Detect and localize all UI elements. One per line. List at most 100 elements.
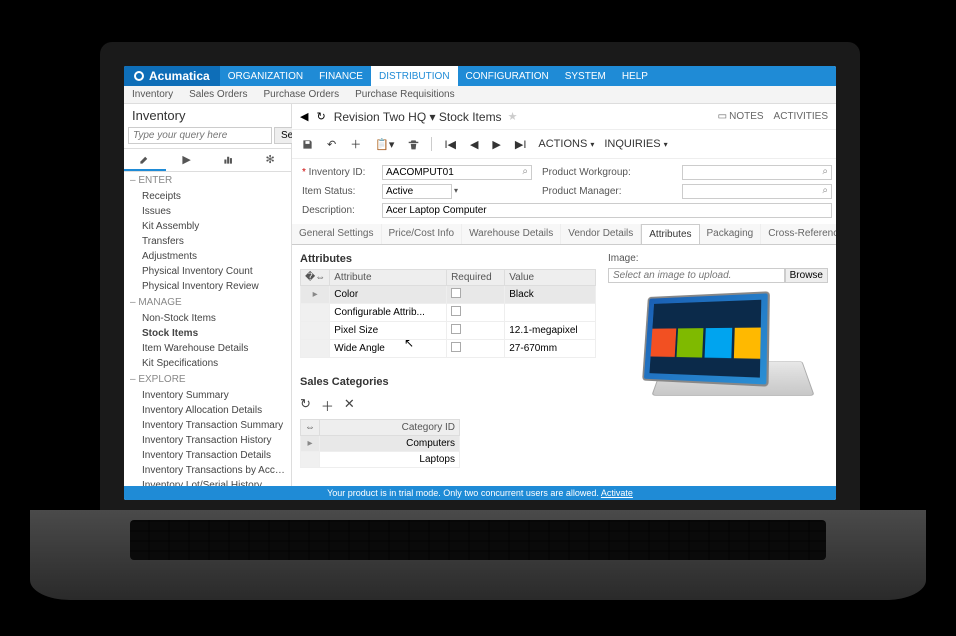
tree-item-inventory-summary[interactable]: Inventory Summary — [124, 388, 291, 403]
first-button[interactable]: I◀ — [442, 136, 458, 153]
add-button[interactable]: ＋ — [348, 134, 363, 154]
tab-packaging[interactable]: Packaging — [700, 224, 762, 244]
tree-item-inventory-transaction-details[interactable]: Inventory Transaction Details — [124, 448, 291, 463]
sidebar-tab-chart[interactable] — [208, 149, 250, 171]
attr-row[interactable]: Configurable Attrib... — [301, 304, 596, 322]
image-label: Image: — [608, 253, 828, 264]
sidebar-tab-run[interactable]: ▶ — [166, 149, 208, 171]
tab-attributes[interactable]: Attributes — [641, 224, 699, 245]
tab-general-settings[interactable]: General Settings — [292, 224, 382, 244]
subnav-inventory[interactable]: Inventory — [124, 89, 181, 100]
topnav-organization[interactable]: ORGANIZATION — [220, 66, 311, 86]
cancel-button[interactable]: ↶ — [325, 136, 338, 153]
refresh-icon[interactable]: ↻ — [314, 108, 327, 125]
topnav-finance[interactable]: FINANCE — [311, 66, 371, 86]
sidebar: Inventory Search ▶ ✻ ENTERReceiptsIssues… — [124, 104, 292, 486]
tab-vendor-details[interactable]: Vendor Details — [561, 224, 641, 244]
footer-activate-link[interactable]: Activate — [601, 488, 633, 498]
tree-group-manage[interactable]: MANAGE — [124, 294, 291, 311]
status-dropdown-icon[interactable]: ▾ — [454, 184, 458, 199]
prev-button[interactable]: ◀ — [468, 136, 480, 153]
tree-item-item-warehouse-details[interactable]: Item Warehouse Details — [124, 341, 291, 356]
sidebar-tab-settings[interactable]: ✻ — [249, 149, 291, 171]
actions-dropdown[interactable]: ACTIONS — [538, 138, 594, 150]
tab-cross-reference[interactable]: Cross-Reference — [761, 224, 836, 244]
inquiries-dropdown[interactable]: INQUIRIES — [604, 138, 667, 150]
tab-warehouse-details[interactable]: Warehouse Details — [462, 224, 561, 244]
tree-item-transfers[interactable]: Transfers — [124, 234, 291, 249]
tree-item-kit-specifications[interactable]: Kit Specifications — [124, 356, 291, 371]
inventory-id-input[interactable] — [382, 165, 532, 180]
tree-item-issues[interactable]: Issues — [124, 204, 291, 219]
image-column: Image: Browse — [608, 253, 828, 478]
subnav-sales-orders[interactable]: Sales Orders — [181, 89, 255, 100]
item-status-label: Item Status: — [302, 186, 372, 197]
topnav-help[interactable]: HELP — [614, 66, 656, 86]
tree-group-enter[interactable]: ENTER — [124, 172, 291, 189]
clipboard-button[interactable]: 📋▾ — [373, 136, 396, 153]
item-status-select[interactable] — [382, 184, 452, 199]
tree-item-kit-assembly[interactable]: Kit Assembly — [124, 219, 291, 234]
top-nav: Acumatica ORGANIZATIONFINANCEDISTRIBUTIO… — [124, 66, 836, 86]
tree-item-inventory-lot-serial-history[interactable]: Inventory Lot/Serial History — [124, 478, 291, 486]
main-area: Inventory Search ▶ ✻ ENTERReceiptsIssues… — [124, 104, 836, 486]
attributes-grid[interactable]: �⇔ Attribute Required Value ▸ColorBlackC… — [300, 269, 596, 358]
search-input[interactable] — [128, 127, 272, 144]
notes-button[interactable]: ▭ NOTES — [718, 111, 764, 122]
tree-item-inventory-allocation-details[interactable]: Inventory Allocation Details — [124, 403, 291, 418]
sales-cat-row[interactable]: ▸Computers — [301, 436, 460, 452]
image-upload-input[interactable] — [608, 268, 785, 283]
description-label: Description: — [302, 205, 372, 216]
attr-col-value[interactable]: Value — [505, 270, 596, 286]
tree-item-inventory-transaction-summary[interactable]: Inventory Transaction Summary — [124, 418, 291, 433]
breadcrumb: Revision Two HQ ▾ Stock Items — [334, 110, 502, 124]
attr-col-required[interactable]: Required — [447, 270, 505, 286]
sc-col-category[interactable]: Category ID — [320, 420, 460, 436]
sidebar-title: Inventory — [124, 104, 291, 127]
description-input[interactable] — [382, 203, 832, 218]
tree-item-receipts[interactable]: Receipts — [124, 189, 291, 204]
sales-cat-row[interactable]: Laptops — [301, 452, 460, 468]
sidebar-tab-edit[interactable] — [124, 149, 166, 171]
attr-row[interactable]: Wide Angle27-670mm — [301, 340, 596, 358]
save-button[interactable] — [300, 136, 315, 152]
activities-button[interactable]: ACTIVITIES — [774, 111, 828, 122]
delete-button[interactable] — [406, 136, 421, 152]
last-button[interactable]: ▶I — [513, 136, 529, 153]
topnav-configuration[interactable]: CONFIGURATION — [458, 66, 557, 86]
sales-categories-grid[interactable]: ⇔ Category ID ▸ComputersLaptops — [300, 419, 460, 468]
tab-body-attributes: Attributes �⇔ Attribute Required Value ▸… — [292, 245, 836, 486]
tree-item-adjustments[interactable]: Adjustments — [124, 249, 291, 264]
tree-item-non-stock-items[interactable]: Non-Stock Items — [124, 311, 291, 326]
browse-button[interactable]: Browse — [785, 268, 828, 283]
favorite-star-icon[interactable]: ★ — [508, 110, 518, 123]
attr-rowhead[interactable]: �⇔ — [301, 270, 330, 286]
footer-bar: Your product is in trial mode. Only two … — [124, 486, 836, 500]
workgroup-input[interactable] — [682, 165, 832, 180]
notes-label: NOTES — [729, 111, 763, 122]
tree-item-stock-items[interactable]: Stock Items — [124, 326, 291, 341]
manager-input[interactable] — [682, 184, 832, 199]
sales-cat-refresh-icon[interactable]: ↻ — [300, 396, 311, 415]
attr-row[interactable]: Pixel Size12.1-megapixel — [301, 322, 596, 340]
tree-group-explore[interactable]: EXPLORE — [124, 371, 291, 388]
brand-logo[interactable]: Acumatica — [124, 66, 220, 86]
tree-item-physical-inventory-review[interactable]: Physical Inventory Review — [124, 279, 291, 294]
sales-cat-add-icon[interactable]: ＋ — [321, 396, 334, 415]
topnav-system[interactable]: SYSTEM — [557, 66, 614, 86]
sidebar-tree: ENTERReceiptsIssuesKit AssemblyTransfers… — [124, 172, 291, 486]
tree-item-inventory-transactions-by-account[interactable]: Inventory Transactions by Account — [124, 463, 291, 478]
topnav-distribution[interactable]: DISTRIBUTION — [371, 66, 458, 86]
collapse-sidebar-button[interactable]: ◀ — [300, 110, 308, 123]
tree-item-physical-inventory-count[interactable]: Physical Inventory Count — [124, 264, 291, 279]
attr-row[interactable]: ▸ColorBlack — [301, 286, 596, 304]
tree-item-inventory-transaction-history[interactable]: Inventory Transaction History — [124, 433, 291, 448]
screen-name: Stock Items — [439, 110, 502, 124]
tab-price-cost-info[interactable]: Price/Cost Info — [382, 224, 463, 244]
next-button[interactable]: ▶ — [490, 136, 502, 153]
subnav-purchase-orders[interactable]: Purchase Orders — [256, 89, 348, 100]
attr-col-attribute[interactable]: Attribute — [330, 270, 447, 286]
sales-cat-delete-icon[interactable]: ✕ — [344, 396, 355, 415]
subnav-purchase-requisitions[interactable]: Purchase Requisitions — [347, 89, 463, 100]
sc-rowhead[interactable]: ⇔ — [301, 420, 320, 436]
